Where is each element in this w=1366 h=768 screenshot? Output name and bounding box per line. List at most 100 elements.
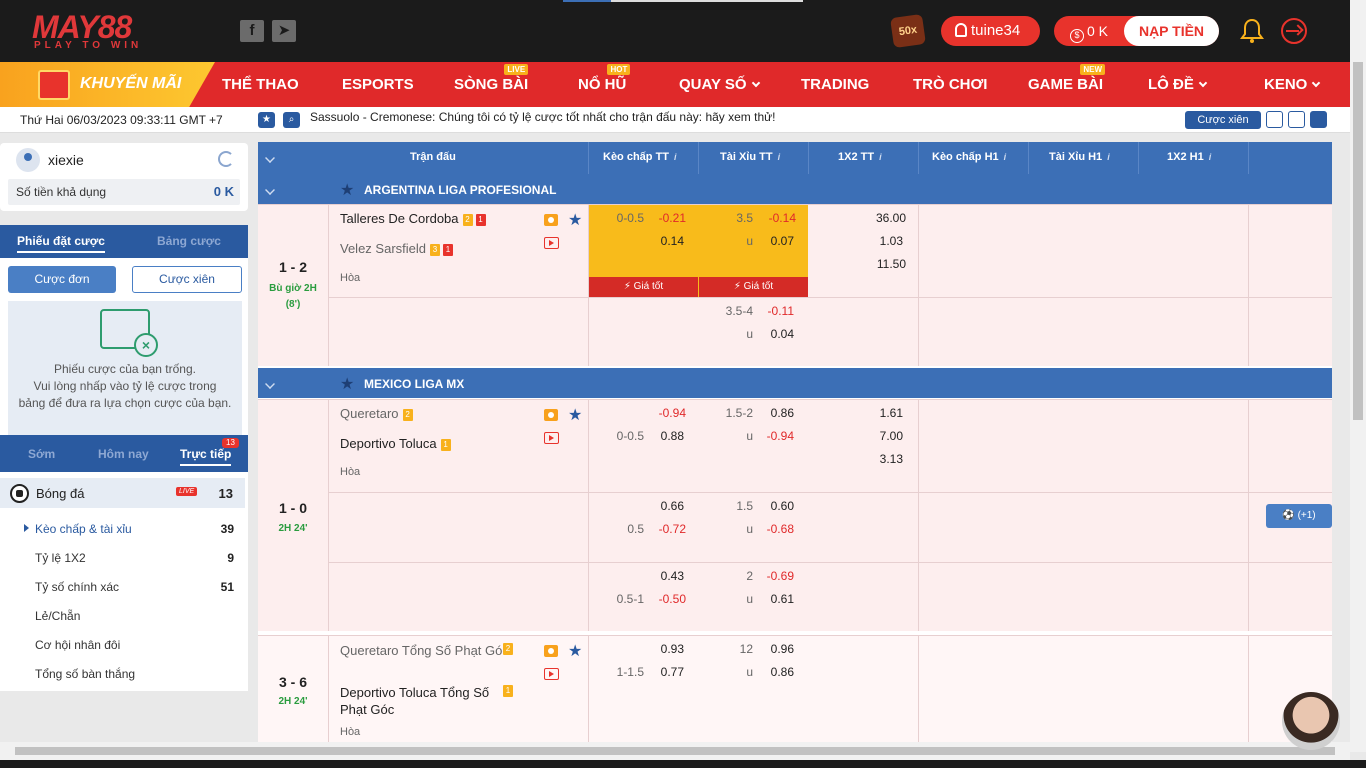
odds-cell[interactable]: 1.61 — [863, 406, 903, 420]
eye-icon[interactable] — [544, 409, 558, 421]
odds-cell[interactable]: 0.04 — [754, 327, 794, 341]
info-icon[interactable]: i — [1209, 152, 1218, 162]
odds-cell[interactable]: 0.60 — [754, 499, 794, 513]
parlay-toggle-button[interactable]: Cược xiên — [1185, 111, 1261, 129]
collapse-icon[interactable] — [265, 379, 275, 389]
nav-casino[interactable]: SÒNG BÀI LIVE — [454, 64, 529, 93]
nav-promotions[interactable]: KHUYẾN MÃI — [0, 62, 215, 107]
telegram-icon[interactable]: ➤ — [272, 20, 296, 42]
odds-cell[interactable]: 0.14 — [644, 234, 684, 248]
odds-cell[interactable]: 0.93 — [644, 642, 684, 656]
refresh-icon[interactable] — [218, 151, 234, 167]
info-icon[interactable]: i — [1004, 152, 1013, 162]
odds-cell[interactable]: 0.77 — [644, 665, 684, 679]
favorite-star-icon[interactable]: ★ — [568, 210, 582, 230]
scrollbar-thumb[interactable] — [1353, 62, 1363, 420]
market-correct-score[interactable]: Tỷ số chính xác — [35, 580, 119, 594]
league-header[interactable]: ★ ARGENTINA LIGA PROFESIONAL — [258, 174, 1332, 204]
favorite-star-icon[interactable]: ★ — [568, 405, 582, 425]
market-odd-even[interactable]: Lẻ/Chẵn — [35, 609, 80, 623]
live-stream-icon[interactable] — [544, 668, 559, 680]
ticker-message[interactable]: Sassuolo - Cremonese: Chúng tôi có tỷ lệ… — [310, 110, 776, 124]
sports-menu: Sớm Hôm nay Trực tiếp 13 Bóng đá LIVE 13… — [0, 435, 248, 691]
col-hdp-ft: Kèo chấp TT i — [603, 151, 683, 163]
odds-cell[interactable]: 0.86 — [754, 665, 794, 679]
tab-today[interactable]: Hôm nay — [98, 447, 149, 461]
settings-icon[interactable] — [1310, 111, 1327, 128]
search-icon[interactable]: ⌕ — [283, 112, 300, 128]
odds-cell[interactable]: 0.43 — [644, 569, 684, 583]
market-double-chance[interactable]: Cơ hội nhân đôi — [35, 638, 120, 652]
odds-cell[interactable]: -0.14 — [756, 211, 796, 225]
may88-logo[interactable]: MAY88 PLAY TO WIN — [32, 11, 177, 52]
deposit-button[interactable]: NẠP TIỀN — [1124, 16, 1219, 46]
odds-cell[interactable]: -0.50 — [646, 592, 686, 606]
odds-cell[interactable]: 0.88 — [644, 429, 684, 443]
user-account-button[interactable]: tuine34 — [941, 16, 1040, 46]
market-1x2[interactable]: Tỷ lệ 1X2 — [35, 551, 86, 565]
favorite-star-icon[interactable]: ★ — [568, 641, 582, 661]
league-header[interactable]: ★ MEXICO LIGA MX — [258, 368, 1332, 398]
vertical-scrollbar[interactable] — [1350, 0, 1366, 752]
facebook-icon[interactable]: f — [240, 20, 264, 42]
info-icon[interactable]: i — [879, 152, 888, 162]
tab-live[interactable]: Trực tiếp — [180, 447, 232, 466]
odds-cell[interactable]: -0.94 — [646, 406, 686, 420]
tab-bet-slip[interactable]: Phiếu đặt cược — [17, 234, 105, 253]
odds-cell[interactable]: -0.94 — [754, 429, 794, 443]
nav-esports[interactable]: ESPORTS — [342, 76, 414, 93]
market-handicap-ou[interactable]: Kèo chấp & tài xỉu — [35, 522, 132, 536]
info-icon[interactable]: i — [674, 152, 683, 162]
bell-icon[interactable] — [1240, 18, 1264, 44]
collapse-icon[interactable] — [265, 185, 275, 195]
star-icon[interactable]: ★ — [340, 180, 354, 200]
odds-cell[interactable]: -0.69 — [754, 569, 794, 583]
chat-icon[interactable] — [1266, 111, 1283, 128]
odds-cell[interactable]: 11.50 — [866, 257, 906, 271]
odds-cell[interactable]: -0.72 — [646, 522, 686, 536]
odds-cell[interactable]: -0.21 — [646, 211, 686, 225]
odds-cell[interactable]: 3.13 — [863, 452, 903, 466]
nav-lottery[interactable]: QUAY SỐ — [679, 76, 760, 93]
nav-sports[interactable]: THỂ THAO — [222, 76, 299, 93]
logout-icon[interactable] — [1281, 18, 1307, 44]
info-icon[interactable]: i — [778, 152, 787, 162]
odds-cell[interactable]: 0.61 — [754, 592, 794, 606]
league-name: ARGENTINA LIGA PROFESIONAL — [364, 183, 557, 197]
info-icon[interactable]: i — [1107, 152, 1116, 162]
live-stream-icon[interactable] — [544, 237, 559, 249]
eye-icon[interactable] — [544, 214, 558, 226]
market-total-goals[interactable]: Tổng số bàn thắng — [35, 667, 135, 681]
odds-cell[interactable]: 0.86 — [754, 406, 794, 420]
nav-keno[interactable]: KENO — [1264, 76, 1321, 93]
eye-icon[interactable] — [544, 645, 558, 657]
odds-cell[interactable]: 36.00 — [866, 211, 906, 225]
parlay-bet-button[interactable]: Cược xiên — [132, 266, 242, 293]
live-stream-icon[interactable] — [544, 432, 559, 444]
odds-cell[interactable]: 0.66 — [644, 499, 684, 513]
nav-slots[interactable]: NỔ HŨ HOT — [578, 64, 631, 93]
nav-lode[interactable]: LÔ ĐỀ — [1148, 76, 1208, 93]
single-bet-button[interactable]: Cược đơn — [8, 266, 116, 293]
odds-cell[interactable]: 0.07 — [754, 234, 794, 248]
star-icon[interactable]: ★ — [340, 374, 354, 394]
odds-cell[interactable]: 1.03 — [863, 234, 903, 248]
horizontal-scrollbar[interactable] — [0, 742, 1350, 760]
scrollbar-thumb[interactable] — [15, 747, 1335, 755]
more-markets-button[interactable]: ⚽ (+1) — [1266, 504, 1332, 528]
odds-cell[interactable]: 7.00 — [863, 429, 903, 443]
sport-football[interactable]: Bóng đá LIVE 13 — [0, 478, 245, 508]
tab-bet-board[interactable]: Bảng cược — [157, 234, 221, 248]
odds-cell[interactable]: -0.11 — [754, 304, 794, 318]
collapse-all-icon[interactable] — [265, 153, 275, 163]
nav-card-games[interactable]: GAME BÀI NEW — [1028, 64, 1105, 93]
nav-games[interactable]: TRÒ CHƠI — [913, 76, 987, 93]
nav-trading[interactable]: TRADING — [801, 76, 869, 93]
tab-early[interactable]: Sớm — [28, 447, 55, 461]
star-icon[interactable]: ★ — [258, 112, 275, 128]
promo-badge-icon[interactable]: 50x — [890, 13, 926, 49]
list-icon[interactable] — [1288, 111, 1305, 128]
odds-cell[interactable]: -0.68 — [754, 522, 794, 536]
support-chat-avatar[interactable] — [1282, 692, 1340, 750]
odds-cell[interactable]: 0.96 — [754, 642, 794, 656]
